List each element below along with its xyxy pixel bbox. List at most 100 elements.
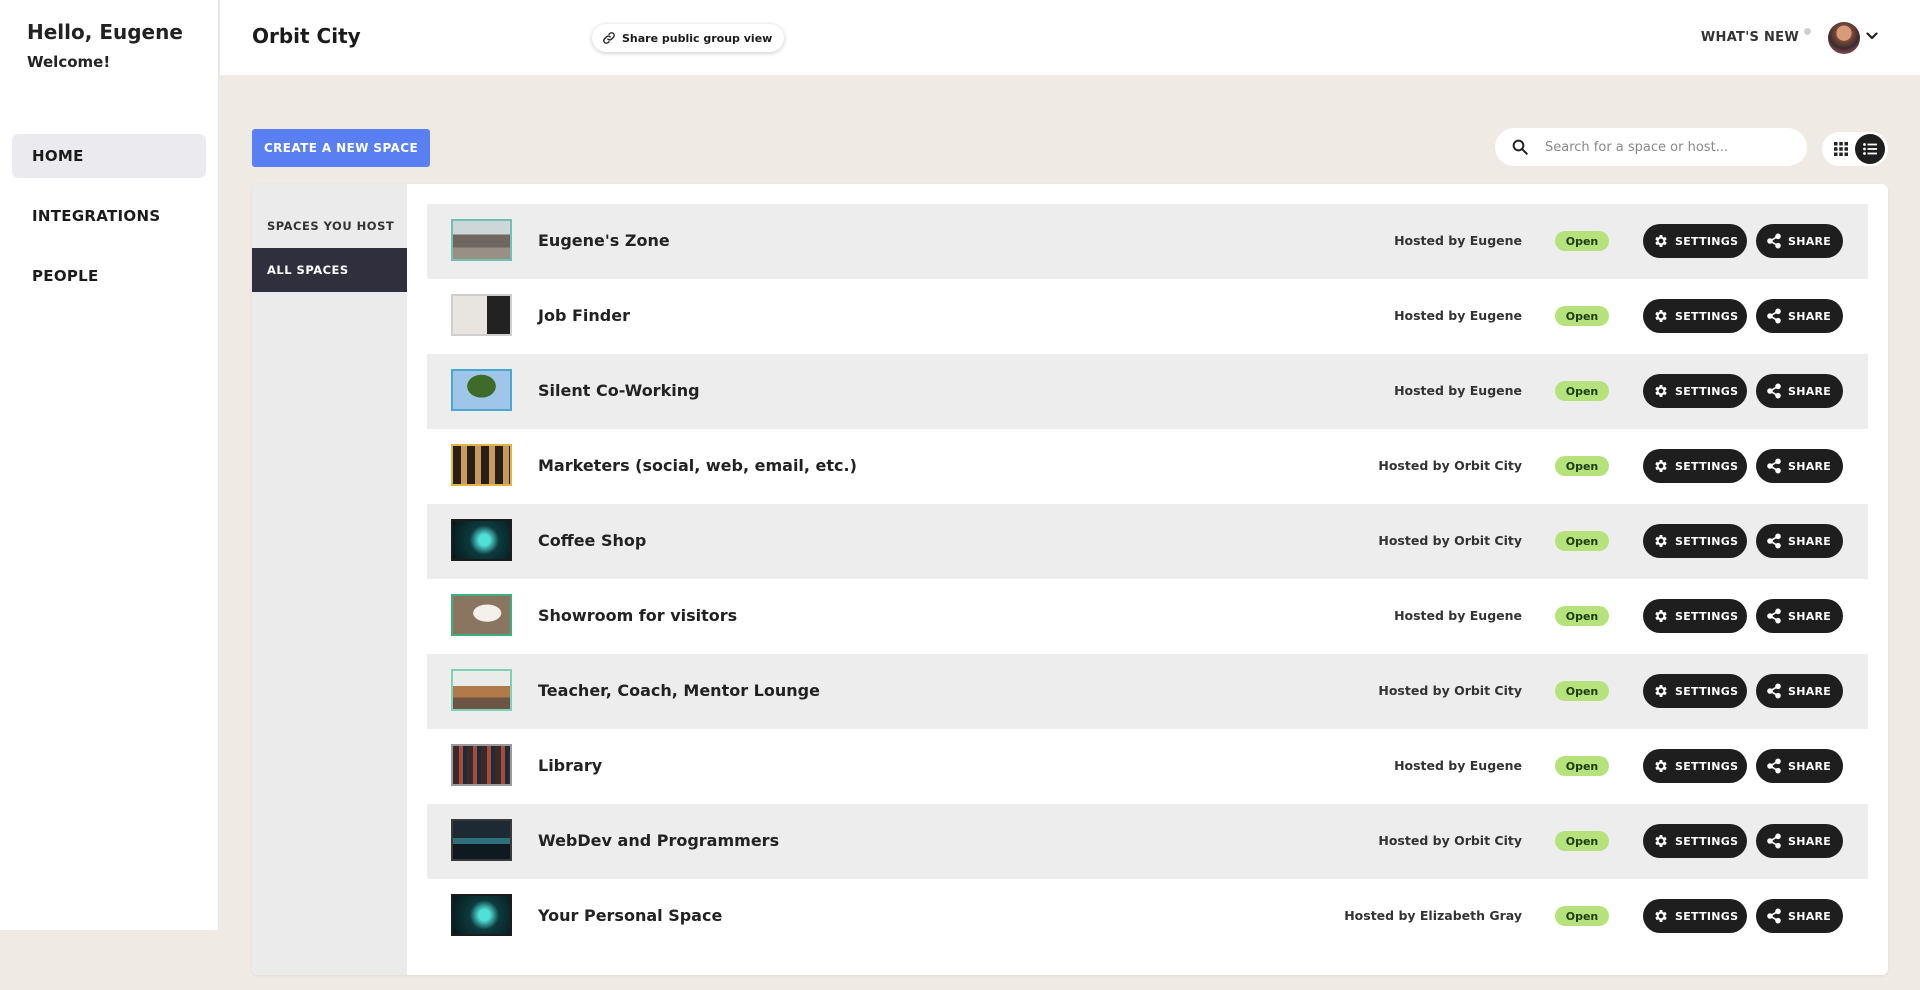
space-name[interactable]: Coffee Shop xyxy=(538,531,646,550)
space-name[interactable]: Marketers (social, web, email, etc.) xyxy=(538,456,857,475)
share-button[interactable]: SHARE xyxy=(1756,374,1843,408)
search-input[interactable] xyxy=(1545,128,1795,166)
list-view-button[interactable] xyxy=(1855,134,1885,164)
space-row[interactable]: Showroom for visitors Hosted by Eugene O… xyxy=(427,579,1868,654)
settings-button[interactable]: SETTINGS xyxy=(1643,374,1747,408)
avatar[interactable] xyxy=(1828,22,1860,54)
settings-button[interactable]: SETTINGS xyxy=(1643,449,1747,483)
space-thumbnail xyxy=(451,894,512,936)
grid-view-button[interactable] xyxy=(1826,134,1856,164)
space-filters: SPACES YOU HOST ALL SPACES xyxy=(252,184,407,975)
greeting: Hello, Eugene xyxy=(27,20,183,44)
search-icon xyxy=(1512,139,1528,155)
settings-button[interactable]: SETTINGS xyxy=(1643,674,1747,708)
view-toggle xyxy=(1822,132,1888,166)
space-row[interactable]: Teacher, Coach, Mentor Lounge Hosted by … xyxy=(427,654,1868,729)
share-public-view-button[interactable]: Share public group view xyxy=(592,24,785,52)
status-badge: Open xyxy=(1555,681,1609,701)
settings-button[interactable]: SETTINGS xyxy=(1643,899,1747,933)
space-name[interactable]: Showroom for visitors xyxy=(538,606,737,625)
grid-icon xyxy=(1834,142,1848,156)
settings-button[interactable]: SETTINGS xyxy=(1643,599,1747,633)
space-row[interactable]: Silent Co-Working Hosted by Eugene Open … xyxy=(427,354,1868,429)
gear-icon xyxy=(1655,910,1667,922)
space-row[interactable]: Eugene's Zone Hosted by Eugene Open SETT… xyxy=(427,204,1868,279)
settings-label: SETTINGS xyxy=(1675,234,1739,248)
create-space-button[interactable]: CREATE A NEW SPACE xyxy=(252,129,430,167)
gear-icon xyxy=(1655,460,1667,472)
whats-new-link[interactable]: WHAT'S NEW xyxy=(1701,30,1799,45)
share-button[interactable]: SHARE xyxy=(1756,674,1843,708)
space-name[interactable]: Library xyxy=(538,756,602,775)
settings-button[interactable]: SETTINGS xyxy=(1643,524,1747,558)
space-name[interactable]: Teacher, Coach, Mentor Lounge xyxy=(538,681,820,700)
nav-item-integrations[interactable]: INTEGRATIONS xyxy=(12,194,206,238)
space-name[interactable]: WebDev and Programmers xyxy=(538,831,779,850)
space-name[interactable]: Silent Co-Working xyxy=(538,381,700,400)
space-list: Eugene's Zone Hosted by Eugene Open SETT… xyxy=(427,204,1868,954)
share-label: SHARE xyxy=(1788,759,1832,773)
share-button[interactable]: SHARE xyxy=(1756,824,1843,858)
share-button[interactable]: SHARE xyxy=(1756,224,1843,258)
space-row[interactable]: WebDev and Programmers Hosted by Orbit C… xyxy=(427,804,1868,879)
space-host: Hosted by Orbit City xyxy=(1378,833,1522,848)
settings-button[interactable]: SETTINGS xyxy=(1643,824,1747,858)
space-thumbnail xyxy=(451,819,512,861)
settings-button[interactable]: SETTINGS xyxy=(1643,299,1747,333)
spaces-panel: SPACES YOU HOST ALL SPACES Eugene's Zone… xyxy=(252,184,1888,975)
settings-label: SETTINGS xyxy=(1675,909,1739,923)
status-badge: Open xyxy=(1555,306,1609,326)
list-icon xyxy=(1863,143,1877,155)
share-button[interactable]: SHARE xyxy=(1756,449,1843,483)
status-badge: Open xyxy=(1555,531,1609,551)
status-badge: Open xyxy=(1555,231,1609,251)
space-thumbnail xyxy=(451,594,512,636)
space-row[interactable]: Coffee Shop Hosted by Orbit City Open SE… xyxy=(427,504,1868,579)
gear-icon xyxy=(1655,310,1667,322)
share-icon xyxy=(1767,233,1781,249)
share-icon xyxy=(1767,833,1781,849)
settings-label: SETTINGS xyxy=(1675,534,1739,548)
settings-label: SETTINGS xyxy=(1675,759,1739,773)
share-button[interactable]: SHARE xyxy=(1756,899,1843,933)
gear-icon xyxy=(1655,535,1667,547)
space-host: Hosted by Orbit City xyxy=(1378,533,1522,548)
space-thumbnail xyxy=(451,369,512,411)
nav-item-people[interactable]: PEOPLE xyxy=(12,254,206,298)
sidebar: Hello, Eugene Welcome! HOME INTEGRATIONS… xyxy=(0,0,219,930)
space-host: Hosted by Eugene xyxy=(1394,758,1522,773)
settings-label: SETTINGS xyxy=(1675,459,1739,473)
share-label: SHARE xyxy=(1788,684,1832,698)
space-row[interactable]: Job Finder Hosted by Eugene Open SETTING… xyxy=(427,279,1868,354)
nav-item-home[interactable]: HOME xyxy=(12,134,206,178)
space-thumbnail xyxy=(451,219,512,261)
share-label: SHARE xyxy=(1788,234,1832,248)
chevron-down-icon[interactable] xyxy=(1866,32,1878,40)
space-name[interactable]: Job Finder xyxy=(538,306,630,325)
space-name[interactable]: Eugene's Zone xyxy=(538,231,670,250)
status-badge: Open xyxy=(1555,381,1609,401)
share-button[interactable]: SHARE xyxy=(1756,599,1843,633)
filter-spaces-you-host[interactable]: SPACES YOU HOST xyxy=(252,204,407,248)
gear-icon xyxy=(1655,760,1667,772)
space-row[interactable]: Marketers (social, web, email, etc.) Hos… xyxy=(427,429,1868,504)
space-host: Hosted by Orbit City xyxy=(1378,683,1522,698)
space-name[interactable]: Your Personal Space xyxy=(538,906,722,925)
space-host: Hosted by Eugene xyxy=(1394,383,1522,398)
filter-all-spaces[interactable]: ALL SPACES xyxy=(252,248,407,292)
top-header: Orbit City Share public group view WHAT'… xyxy=(220,0,1920,75)
space-host: Hosted by Elizabeth Gray xyxy=(1344,908,1522,923)
share-icon xyxy=(1767,908,1781,924)
share-button[interactable]: SHARE xyxy=(1756,524,1843,558)
settings-button[interactable]: SETTINGS xyxy=(1643,749,1747,783)
status-badge: Open xyxy=(1555,756,1609,776)
share-label: SHARE xyxy=(1788,309,1832,323)
share-icon xyxy=(1767,458,1781,474)
share-button[interactable]: SHARE xyxy=(1756,749,1843,783)
settings-button[interactable]: SETTINGS xyxy=(1643,224,1747,258)
space-host: Hosted by Eugene xyxy=(1394,308,1522,323)
space-thumbnail xyxy=(451,669,512,711)
space-row[interactable]: Your Personal Space Hosted by Elizabeth … xyxy=(427,879,1868,954)
space-row[interactable]: Library Hosted by Eugene Open SETTINGS S… xyxy=(427,729,1868,804)
share-button[interactable]: SHARE xyxy=(1756,299,1843,333)
